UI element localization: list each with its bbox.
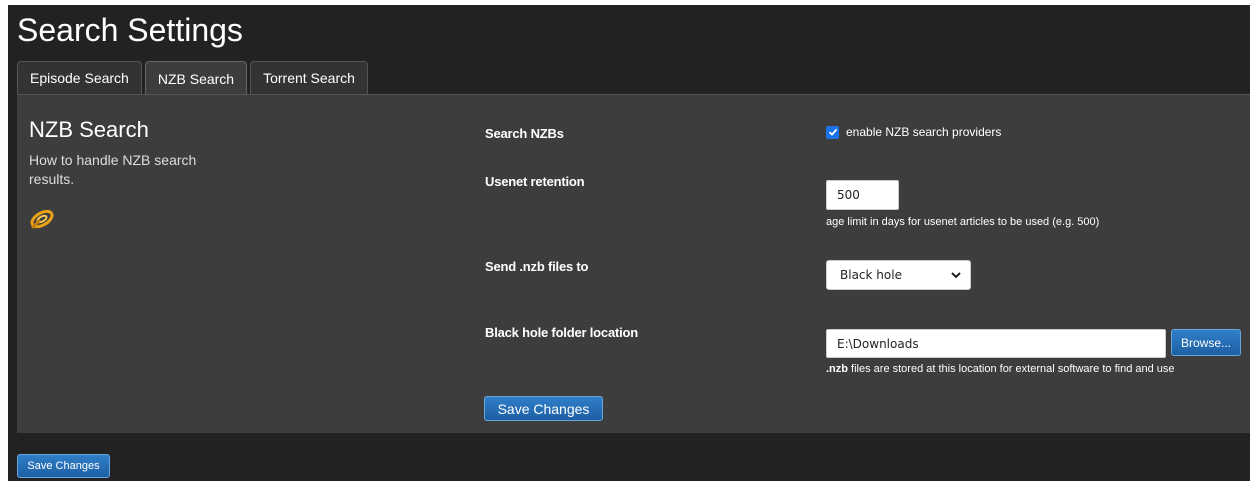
usenet-retention-help: age limit in days for usenet articles to… — [826, 216, 1100, 228]
page-title: Search Settings — [17, 12, 243, 48]
tab-nzb-search[interactable]: NZB Search — [144, 61, 248, 95]
send-nzb-files-select[interactable]: Black hole — [826, 260, 971, 290]
section-description: How to handle NZB search results. — [29, 152, 197, 187]
black-hole-help-text: files are stored at this location for ex… — [848, 363, 1175, 375]
tab-bar: Episode Search NZB Search Torrent Search — [17, 61, 371, 95]
tab-torrent-search[interactable]: Torrent Search — [250, 61, 368, 94]
nzb-search-panel: NZB Search How to handle NZB search resu… — [17, 94, 1250, 433]
chevron-down-icon — [951, 271, 961, 278]
send-nzb-files-label: Send .nzb files to — [485, 259, 589, 274]
browse-button[interactable]: Browse... — [1171, 329, 1241, 356]
app-window: Search Settings Episode Search NZB Searc… — [8, 5, 1250, 481]
usenet-retention-input[interactable]: 500 — [826, 180, 899, 210]
save-changes-panel-button[interactable]: Save Changes — [484, 396, 603, 421]
tab-episode-search[interactable]: Episode Search — [17, 61, 142, 94]
section-title: NZB Search — [29, 117, 149, 142]
black-hole-folder-label: Black hole folder location — [485, 325, 638, 340]
enable-nzb-checkbox-label: enable NZB search providers — [846, 125, 1002, 139]
save-changes-page-button[interactable]: Save Changes — [17, 454, 110, 478]
black-hole-folder-help: .nzb files are stored at this location f… — [826, 363, 1175, 375]
checkmark-icon — [828, 128, 837, 136]
enable-nzb-checkbox[interactable] — [826, 125, 839, 139]
enable-nzb-providers-toggle[interactable]: enable NZB search providers — [826, 125, 1001, 139]
send-nzb-files-selected: Black hole — [840, 268, 902, 282]
search-nzbs-label: Search NZBs — [485, 126, 564, 141]
usenet-retention-label: Usenet retention — [485, 174, 585, 189]
nzb-provider-icon — [30, 209, 54, 229]
nzb-extension-text: .nzb — [826, 363, 848, 375]
black-hole-folder-input[interactable]: E:\Downloads — [826, 329, 1166, 358]
